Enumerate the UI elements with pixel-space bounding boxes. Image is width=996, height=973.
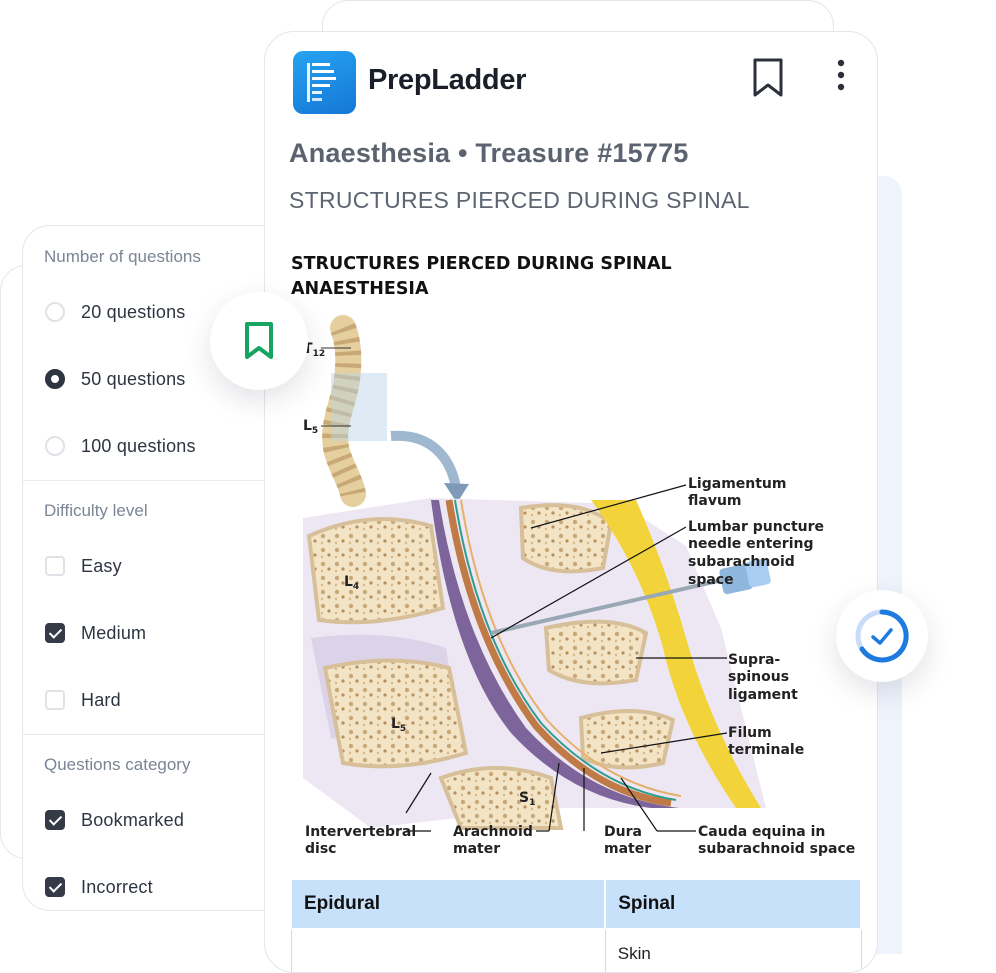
bookmark-outline-icon[interactable] — [751, 57, 785, 99]
comparison-table: Epidural Spinal Skin — [289, 878, 862, 972]
label-intervertebral-1: Intervertebral — [305, 824, 416, 840]
progress-check-icon — [855, 609, 909, 663]
label-lumbar-puncture-1: Lumbar puncture — [688, 519, 824, 535]
option-label: 20 questions — [81, 301, 186, 322]
divider — [23, 480, 293, 481]
radio-20[interactable] — [45, 302, 65, 322]
progress-bubble — [836, 590, 928, 682]
option-label: Hard — [81, 689, 121, 710]
bookmark-icon — [245, 322, 273, 359]
figure-title: STRUCTURES PIERCED DURING SPINAL ANAESTH… — [291, 254, 672, 299]
label-l5: L — [303, 418, 312, 434]
option-hard[interactable]: Hard — [45, 687, 121, 713]
table-header-epidural: Epidural — [289, 878, 607, 930]
label-lumbar-puncture-2: needle entering — [688, 536, 814, 552]
label-intervertebral-2: disc — [305, 841, 336, 857]
label-lumbar-puncture-3: subarachnoid — [688, 554, 795, 570]
label-cauda-2: subarachnoid space — [698, 841, 855, 857]
option-20-questions[interactable]: 20 questions — [45, 299, 185, 325]
label-filum-1: Filum — [728, 725, 772, 741]
option-label: Easy — [81, 555, 122, 576]
table-row: Skin — [290, 928, 862, 972]
mini-spine — [322, 315, 387, 507]
label-supraspinous-3: ligament — [728, 687, 798, 703]
label-supraspinous-2: spinous — [728, 669, 789, 685]
treasure-subtitle: STRUCTURES PIERCED DURING SPINAL — [289, 187, 750, 213]
table-cell — [290, 928, 606, 972]
checkbox-hard[interactable] — [45, 690, 65, 710]
treasure-title: Anaesthesia • Treasure #15775 — [289, 138, 689, 168]
option-label: Incorrect — [81, 876, 153, 897]
divider — [23, 734, 293, 735]
option-medium[interactable]: Medium — [45, 620, 146, 646]
more-vertical-icon[interactable] — [831, 57, 851, 99]
option-label: Bookmarked — [81, 809, 185, 830]
number-of-questions-title: Number of questions — [44, 247, 201, 266]
label-lumbar-puncture-4: space — [688, 572, 734, 588]
label-s1: S — [519, 790, 529, 806]
label-l5-vertebra: L — [391, 716, 400, 732]
difficulty-level-title: Difficulty level — [44, 501, 148, 520]
label-dura-1: Dura — [604, 824, 642, 840]
label-ligamentum-flavum-2: flavum — [688, 493, 742, 509]
label-supraspinous-1: Supra- — [728, 652, 780, 668]
label-l4-vertebra-sub: 4 — [353, 582, 359, 592]
label-cauda-1: Cauda equina in — [698, 824, 825, 840]
option-label: 50 questions — [81, 368, 186, 389]
label-filum-2: terminale — [728, 742, 804, 758]
brand-name: PrepLadder — [368, 64, 527, 96]
label-l5-sub: 5 — [312, 426, 318, 436]
option-50-questions[interactable]: 50 questions — [45, 366, 185, 392]
label-l4-vertebra: L — [344, 574, 353, 590]
checkbox-medium[interactable] — [45, 623, 65, 643]
label-ligamentum-flavum-1: Ligamentum — [688, 476, 787, 492]
checkbox-bookmarked[interactable] — [45, 810, 65, 830]
label-t12-sub: 12 — [313, 349, 326, 359]
option-incorrect[interactable]: Incorrect — [45, 874, 153, 900]
radio-50[interactable] — [45, 369, 65, 389]
treasure-card: PrepLadder Anaesthesia • Treasure #15775… — [264, 31, 878, 973]
spinal-anatomy-figure: T12 L5 L4 L5 S1 Ligamentum flavum Lumbar… — [303, 315, 855, 857]
radio-100[interactable] — [45, 436, 65, 456]
label-arachnoid-2: mater — [453, 841, 500, 857]
label-s1-sub: 1 — [529, 798, 535, 808]
label-l5-vertebra-sub: 5 — [400, 724, 406, 734]
label-arachnoid-1: Arachnoid — [453, 824, 533, 840]
table-cell: Skin — [604, 928, 862, 972]
svg-text:L5: L5 — [303, 418, 318, 436]
option-easy[interactable]: Easy — [45, 553, 122, 579]
table-header-spinal: Spinal — [604, 878, 862, 930]
bookmark-bubble[interactable] — [210, 292, 308, 390]
label-dura-2: mater — [604, 841, 651, 857]
checkbox-incorrect[interactable] — [45, 877, 65, 897]
option-label: Medium — [81, 622, 147, 643]
checkbox-easy[interactable] — [45, 556, 65, 576]
option-100-questions[interactable]: 100 questions — [45, 433, 196, 459]
option-label: 100 questions — [81, 435, 196, 456]
questions-category-title: Questions category — [44, 755, 191, 774]
prepladder-logo-icon — [293, 51, 356, 114]
option-bookmarked[interactable]: Bookmarked — [45, 807, 184, 833]
